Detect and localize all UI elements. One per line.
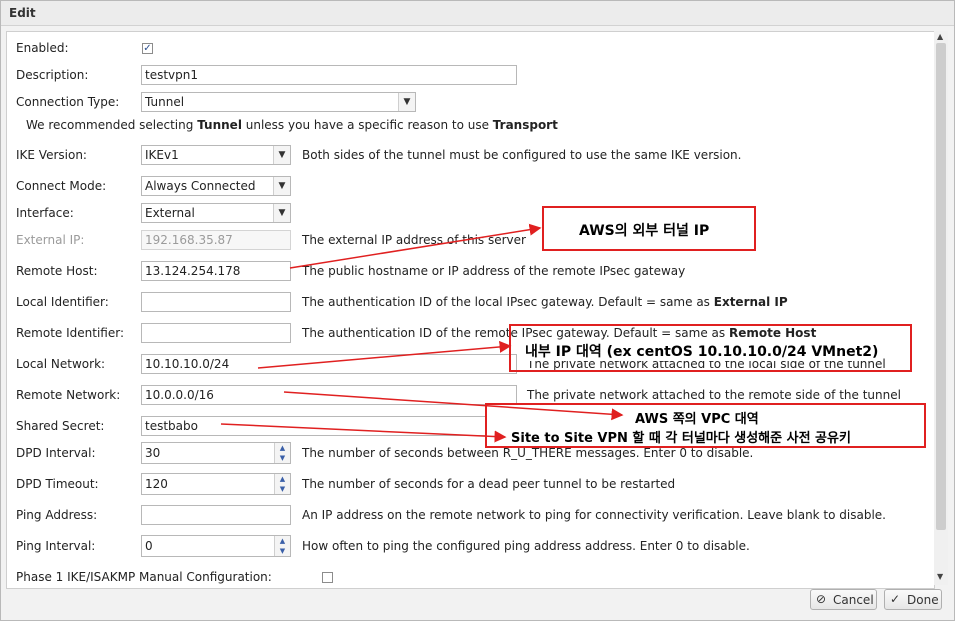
check-icon: ✓: [143, 43, 152, 54]
enabled-label: Enabled:: [16, 41, 69, 55]
ike-version-select[interactable]: IKEv1 ▼: [141, 145, 291, 165]
remote-host-label: Remote Host:: [16, 264, 98, 278]
ping-interval-stepper[interactable]: 0 ▲ ▼: [141, 535, 291, 557]
connect-mode-select[interactable]: Always Connected ▼: [141, 176, 291, 196]
description-input[interactable]: testvpn1: [141, 65, 517, 85]
external-ip-input: 192.168.35.87: [141, 230, 291, 250]
connection-type-select[interactable]: Tunnel ▼: [141, 92, 416, 112]
shared-secret-label: Shared Secret:: [16, 419, 105, 433]
dpd-timeout-value: 120: [145, 477, 168, 491]
spinner-arrows-icon[interactable]: ▲ ▼: [274, 536, 290, 556]
spinner-arrows-icon[interactable]: ▲ ▼: [274, 443, 290, 463]
ping-address-help: An IP address on the remote network to p…: [302, 508, 886, 522]
interface-select[interactable]: External ▼: [141, 203, 291, 223]
dpd-interval-stepper[interactable]: 30 ▲ ▼: [141, 442, 291, 464]
connect-mode-label: Connect Mode:: [16, 179, 107, 193]
remote-network-help: The private network attached to the remo…: [527, 388, 901, 402]
remote-identifier-input[interactable]: [141, 323, 291, 343]
recommendation-text: We recommended selecting Tunnel unless y…: [26, 118, 558, 132]
external-ip-label: External IP:: [16, 233, 85, 247]
interface-value: External: [145, 206, 195, 220]
annotation-internal-ip: 내부 IP 대역 (ex centOS 10.10.10.0/24 VMnet2…: [509, 324, 912, 372]
ike-version-help: Both sides of the tunnel must be configu…: [302, 148, 742, 162]
dpd-timeout-stepper[interactable]: 120 ▲ ▼: [141, 473, 291, 495]
checkmark-icon: ✓: [890, 592, 901, 606]
chevron-down-icon: ▼: [273, 204, 290, 222]
local-identifier-help: The authentication ID of the local IPsec…: [302, 295, 788, 309]
dpd-timeout-help: The number of seconds for a dead peer tu…: [302, 477, 676, 491]
remote-host-help: The public hostname or IP address of the…: [302, 264, 686, 278]
external-ip-help: The external IP address of this server: [302, 233, 526, 247]
spinner-arrows-icon[interactable]: ▲ ▼: [274, 474, 290, 494]
chevron-down-icon: ▼: [273, 146, 290, 164]
dpd-interval-value: 30: [145, 446, 161, 460]
ping-interval-label: Ping Interval:: [16, 539, 96, 553]
local-network-label: Local Network:: [16, 357, 106, 371]
connect-mode-value: Always Connected: [145, 179, 256, 193]
interface-label: Interface:: [16, 206, 74, 220]
form-panel: Enabled: ✓ Description: testvpn1 Connect…: [6, 31, 935, 589]
description-label: Description:: [16, 68, 89, 82]
scrollbar-thumb[interactable]: [936, 43, 946, 530]
cancel-circle-icon: ⊘: [816, 592, 827, 606]
scroll-up-icon[interactable]: ▲: [937, 32, 943, 41]
dialog-title: Edit: [9, 6, 36, 20]
scroll-down-icon[interactable]: ▼: [937, 572, 943, 581]
ping-address-input[interactable]: [141, 505, 291, 525]
dialog-titlebar: Edit: [1, 1, 954, 26]
remote-host-input[interactable]: 13.124.254.178: [141, 261, 291, 281]
local-identifier-input[interactable]: [141, 292, 291, 312]
enabled-checkbox[interactable]: ✓: [142, 43, 153, 54]
phase1-label: Phase 1 IKE/ISAKMP Manual Configuration:: [16, 570, 272, 584]
chevron-down-icon: ▼: [273, 177, 290, 195]
local-identifier-label: Local Identifier:: [16, 295, 109, 309]
cancel-button[interactable]: ⊘ Cancel: [810, 589, 877, 610]
remote-network-input[interactable]: 10.0.0.0/16: [141, 385, 517, 405]
ping-interval-value: 0: [145, 539, 153, 553]
dpd-interval-help: The number of seconds between R_U_THERE …: [302, 446, 754, 460]
phase1-checkbox[interactable]: [322, 572, 333, 583]
ping-address-label: Ping Address:: [16, 508, 98, 522]
annotation-aws-external-ip: AWS의 외부 터널 IP: [542, 206, 756, 251]
local-network-input[interactable]: 10.10.10.0/24: [141, 354, 517, 374]
chevron-down-icon: ▼: [398, 93, 415, 111]
ike-version-value: IKEv1: [145, 148, 179, 162]
ping-interval-help: How often to ping the configured ping ad…: [302, 539, 750, 553]
dpd-interval-label: DPD Interval:: [16, 446, 96, 460]
dpd-timeout-label: DPD Timeout:: [16, 477, 99, 491]
connection-type-value: Tunnel: [145, 95, 185, 109]
connection-type-label: Connection Type:: [16, 95, 120, 109]
annotation-vpc-psk: AWS 쪽의 VPC 대역 Site to Site VPN 할 때 각 터널마…: [485, 403, 926, 448]
remote-network-label: Remote Network:: [16, 388, 121, 402]
done-button[interactable]: ✓ Done: [884, 589, 942, 610]
remote-identifier-label: Remote Identifier:: [16, 326, 125, 340]
shared-secret-input[interactable]: testbabo: [141, 416, 517, 436]
ike-version-label: IKE Version:: [16, 148, 87, 162]
scrollbar[interactable]: ▲ ▼: [934, 31, 948, 585]
